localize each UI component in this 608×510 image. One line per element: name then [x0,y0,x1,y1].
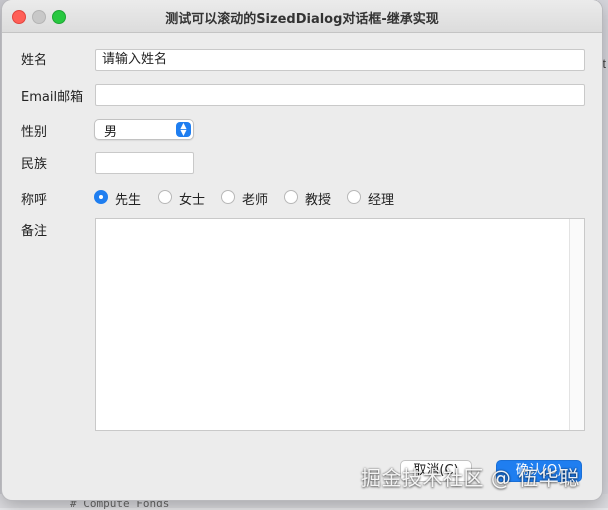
salutation-label: 称呼 [21,193,48,208]
name-label: 姓名 [21,53,48,68]
radio-label: 先生 [115,193,142,208]
ethnicity-label: 民族 [21,157,48,172]
notes-scrollbar[interactable] [569,219,584,430]
radio-label: 老师 [242,193,269,208]
watermark-text: 掘金技术社区 @ 伍华聪 [361,466,580,490]
name-input[interactable]: 请输入姓名 [95,49,585,71]
background-text: t [602,56,606,71]
radio-label: 女士 [179,193,206,208]
dialog-window: 测试可以滚动的SizedDialog对话框-继承实现 姓名 请输入姓名 Emai… [2,0,602,500]
radio-label: 经理 [368,193,395,208]
gender-select[interactable]: 男 ▲ ▼ [94,119,194,140]
updown-chevron-icon: ▲ ▼ [176,122,191,137]
radio-unselected-icon [284,190,298,204]
radio-selected-icon [94,190,108,204]
radio-label: 教授 [305,193,332,208]
notes-textarea[interactable] [95,218,585,431]
window-title: 测试可以滚动的SizedDialog对话框-继承实现 [165,12,439,27]
title-bar: 测试可以滚动的SizedDialog对话框-继承实现 [2,0,602,33]
notes-label: 备注 [21,224,48,239]
radio-unselected-icon [221,190,235,204]
email-label: Email邮箱 [21,90,84,105]
email-input[interactable] [95,84,585,106]
gender-label: 性别 [21,125,48,140]
radio-unselected-icon [158,190,172,204]
ethnicity-input[interactable] [95,152,194,174]
radio-unselected-icon [347,190,361,204]
gender-selected-value: 男 [104,125,118,140]
